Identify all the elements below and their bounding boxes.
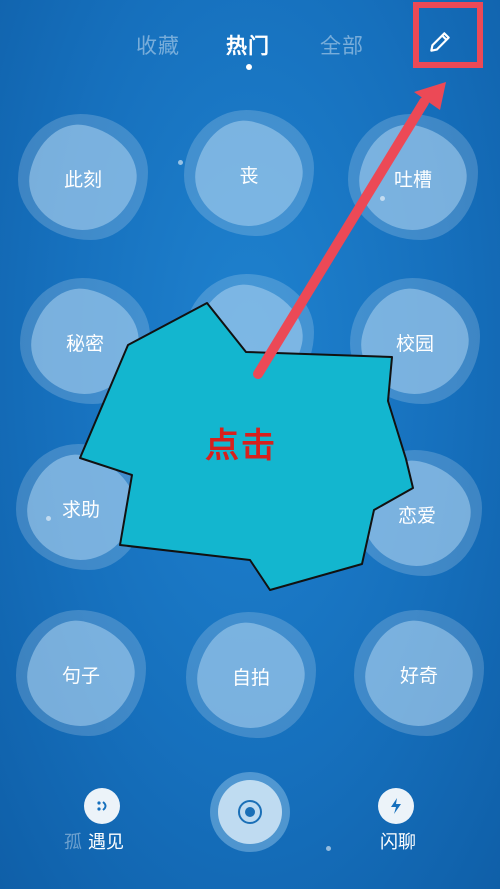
flash-chat-button[interactable] [378,788,414,824]
topic-bubble[interactable]: 吐槽 [338,108,488,248]
topic-label: 丧 [239,164,259,187]
tab-favorites[interactable]: 收藏 [136,30,180,60]
decor-speck [380,196,385,201]
topic-label: 校园 [395,332,434,355]
target-icon-dot [245,807,255,817]
topic-label: 好奇 [399,664,438,687]
smile-chat-icon [97,801,107,811]
flash-chat-label[interactable]: 闪聊 [380,828,416,854]
decor-speck [46,516,51,521]
tab-hot[interactable]: 热门 [226,30,270,60]
topic-label: 恋爱 [397,504,436,527]
topic-bubble[interactable]: 此刻 [8,108,158,248]
topic-bubble[interactable]: 恋爱 [342,444,492,584]
meet-button[interactable] [84,788,120,824]
bottom-nav-bar: 孤 遇见 闪聊 [0,770,500,889]
topic-bubble[interactable]: 好奇 [344,604,494,744]
topic-bubble[interactable] [174,268,324,408]
meet-label-shadow: 孤 [64,832,82,853]
topic-label: 求助 [61,498,100,521]
arrow-head [414,82,446,110]
lightning-chat-icon [391,798,401,814]
topic-label: 自拍 [231,666,270,689]
topic-bubble[interactable]: 秘密 [10,272,160,412]
topic-bubble[interactable]: 求助 [6,438,156,578]
edit-highlight-box [413,2,483,68]
active-tab-indicator [246,64,252,70]
topic-label: 秘密 [65,332,104,355]
topic-bubble[interactable]: 丧 [174,104,324,244]
topic-label: 此刻 [63,168,102,191]
click-callout-text: 点击 [205,426,277,466]
topic-label: 吐槽 [393,168,432,191]
tab-all[interactable]: 全部 [320,30,364,60]
topic-bubble[interactable]: 自拍 [176,606,326,746]
meet-label[interactable]: 遇见 [88,828,124,854]
topic-bubble[interactable]: 校园 [340,272,490,412]
topic-label: 句子 [61,664,100,687]
decor-speck [178,160,183,165]
topic-bubble[interactable]: 句子 [6,604,156,744]
